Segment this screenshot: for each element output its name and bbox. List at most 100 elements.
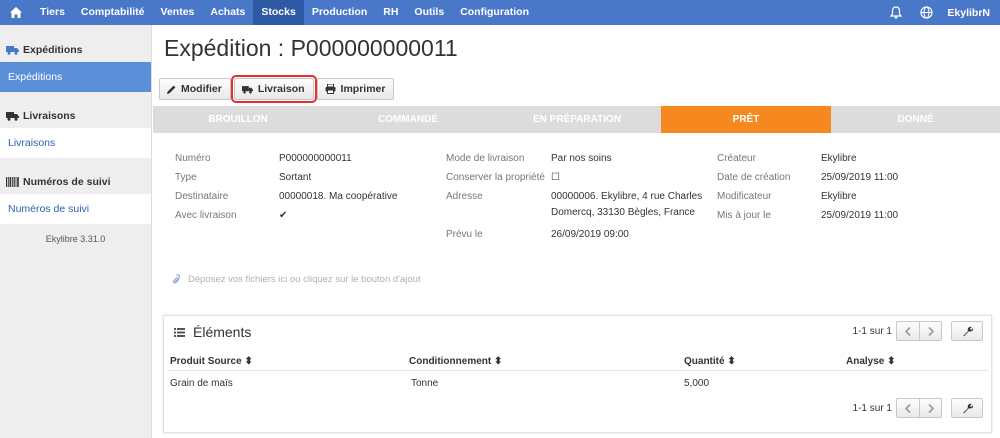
prev-page-button[interactable]	[897, 322, 919, 340]
list-icon	[174, 327, 185, 337]
info-column-2: Mode de livraison Par nos soins Conserver…	[446, 153, 702, 248]
sidebar-heading-label: Numéros de suivi	[23, 176, 111, 188]
sidebar-item-expeditions[interactable]: Expéditions	[0, 62, 151, 92]
file-dropzone[interactable]: Déposez vos fichiers ici ou cliquez sur …	[171, 274, 421, 285]
sidebar-heading-livraisons: Livraisons	[0, 104, 151, 128]
step-en-preparation: EN PRÉPARATION	[493, 106, 661, 133]
nav-item-tiers[interactable]: Tiers	[32, 0, 73, 25]
barcode-icon	[6, 177, 19, 187]
step-pret: PRÊT	[661, 106, 831, 133]
pagination-bottom: 1-1 sur 1	[853, 398, 983, 418]
field-label: Type	[175, 172, 197, 183]
field-type: Sortant	[279, 172, 312, 183]
cell-conditionnement: Tonne	[411, 378, 439, 389]
step-donne: DONNÉ	[831, 106, 1000, 133]
field-label: Destinataire	[175, 191, 229, 202]
info-column-1: Numéro P000000000011 Type Sortant Destinat…	[175, 153, 397, 229]
truck-icon	[241, 85, 253, 94]
sidebar-heading-label: Expéditions	[23, 44, 83, 56]
adresse-line-2: Domercq, 33130 Bègles, France	[551, 207, 695, 218]
elements-title: Éléments	[193, 324, 252, 340]
pagination-top: 1-1 sur 1	[853, 321, 983, 341]
cell-quantite: 5,000	[684, 378, 710, 389]
field-label: Avec livraison	[175, 210, 237, 221]
column-header-quantite[interactable]: Quantité ⬍	[684, 356, 736, 367]
info-column-3: Créateur Ekylibre Date de création 25/09/2…	[717, 153, 898, 229]
field-prevu-le: 26/09/2019 09:00	[551, 229, 629, 240]
field-label: Modificateur	[717, 191, 772, 202]
dropzone-text: Déposez vos fichiers ici ou cliquez sur …	[188, 274, 421, 285]
produit-source-link[interactable]: Grain de maïs	[170, 378, 233, 389]
imprimer-button[interactable]: Imprimer	[316, 78, 395, 100]
column-header-produit-source[interactable]: Produit Source ⬍	[170, 356, 253, 367]
avec-livraison-check-icon: ✔	[279, 210, 288, 221]
table-header: Produit Source ⬍ Conditionnement ⬍ Quant…	[168, 353, 989, 371]
main-content: Expédition : P000000000011 Modifier Livr…	[153, 25, 1000, 438]
globe-icon[interactable]	[911, 0, 941, 25]
truck-icon	[6, 46, 19, 55]
sidebar-heading-label: Livraisons	[23, 110, 76, 122]
modifier-button[interactable]: Modifier	[159, 78, 231, 100]
modifier-button-label: Modifier	[181, 83, 222, 95]
field-date-creation: 25/09/2019 11:00	[821, 172, 899, 183]
field-label: Mis à jour le	[717, 210, 771, 221]
paperclip-icon	[172, 274, 180, 284]
home-icon[interactable]	[0, 0, 32, 25]
wrench-icon[interactable]	[951, 398, 983, 418]
elements-table: Produit Source ⬍ Conditionnement ⬍ Quant…	[168, 353, 989, 393]
nav-item-rh[interactable]: RH	[375, 0, 406, 25]
user-menu[interactable]: EkylibrN	[941, 7, 1000, 19]
column-header-analyse[interactable]: Analyse ⬍	[846, 356, 896, 367]
next-page-button[interactable]	[919, 399, 941, 417]
field-label: Conserver la propriété	[446, 172, 545, 183]
pagination-count: 1-1 sur 1	[852, 402, 892, 414]
field-mode-livraison: Par nos soins	[551, 153, 612, 164]
nav-item-stocks[interactable]: Stocks	[253, 0, 304, 25]
field-label: Créateur	[717, 153, 756, 164]
field-mis-a-jour: 25/09/2019 11:00	[821, 210, 899, 221]
elements-panel: Éléments 1-1 sur 1 Produit Source ⬍ Cond…	[163, 315, 992, 433]
truck-icon	[6, 112, 19, 121]
wrench-icon[interactable]	[951, 321, 983, 341]
sidebar: Expéditions Expéditions Livraisons Livra…	[0, 25, 152, 438]
sidebar-item-livraisons[interactable]: Livraisons	[0, 128, 151, 158]
field-numero: P000000000011	[279, 153, 352, 164]
next-page-button[interactable]	[919, 322, 941, 340]
field-adresse: 00000006. Ekylibre, 4 rue Charles Domercq…	[551, 189, 702, 229]
nav-item-comptabilite[interactable]: Comptabilité	[73, 0, 153, 25]
page-title: Expédition : P000000000011	[164, 35, 458, 61]
sidebar-heading-expeditions: Expéditions	[0, 38, 151, 62]
livraison-button[interactable]: Livraison	[230, 75, 317, 103]
toolbar: Modifier Livraison Imprimer	[159, 75, 397, 103]
field-label: Adresse	[446, 191, 483, 202]
nav-item-production[interactable]: Production	[304, 0, 375, 25]
destinataire-link[interactable]: 00000018. Ma coopérative	[279, 191, 397, 210]
field-label: Date de création	[717, 172, 791, 183]
printer-icon	[325, 84, 336, 94]
nav-item-outils[interactable]: Outils	[406, 0, 452, 25]
elements-panel-title: Éléments	[174, 324, 251, 340]
pencil-icon	[167, 85, 176, 94]
nav-item-configuration[interactable]: Configuration	[452, 0, 537, 25]
top-navbar: Tiers Comptabilité Ventes Achats Stocks …	[0, 0, 1000, 25]
field-label: Prévu le	[446, 229, 483, 240]
nav-item-achats[interactable]: Achats	[202, 0, 253, 25]
field-createur: Ekylibre	[821, 153, 857, 164]
nav-item-ventes[interactable]: Ventes	[153, 0, 203, 25]
prev-page-button[interactable]	[897, 399, 919, 417]
table-row: Grain de maïs Tonne 5,000	[168, 371, 989, 393]
field-modificateur: Ekylibre	[821, 191, 857, 202]
status-steps: BROUILLON COMMANDÉ EN PRÉPARATION PRÊT D…	[153, 106, 1000, 133]
bell-icon[interactable]	[881, 0, 911, 25]
step-commande: COMMANDÉ	[323, 106, 493, 133]
imprimer-button-label: Imprimer	[340, 83, 386, 95]
sidebar-item-numeros-de-suivi[interactable]: Numéros de suivi	[0, 194, 151, 224]
livraison-button-label: Livraison	[257, 83, 305, 95]
field-label: Mode de livraison	[446, 153, 525, 164]
column-header-conditionnement[interactable]: Conditionnement ⬍	[409, 356, 502, 367]
sidebar-heading-numeros-de-suivi: Numéros de suivi	[0, 170, 151, 194]
field-label: Numéro	[175, 153, 211, 164]
pagination-count: 1-1 sur 1	[852, 325, 892, 337]
step-brouillon: BROUILLON	[153, 106, 323, 133]
adresse-line-1: 00000006. Ekylibre, 4 rue Charles	[551, 191, 703, 202]
